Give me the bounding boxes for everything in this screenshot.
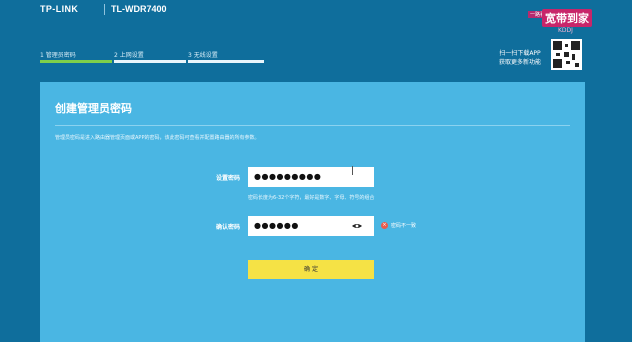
top-bar: TP-LINK TL-WDR7400 一路看 宽带到家 KDDJ 1 管理员密码… — [0, 0, 632, 82]
step-label: 2 上网设置 — [114, 52, 144, 59]
confirm-password-value: ●●●●●● — [254, 221, 299, 230]
password-label: 设置密码 — [215, 175, 240, 182]
step-internet-setup: 2 上网设置 — [114, 50, 186, 63]
title-divider — [55, 125, 570, 126]
watermark-logo: 一路看 宽带到家 KDDJ — [528, 9, 594, 41]
step-wireless-setup: 3 无线设置 — [188, 50, 264, 63]
brand-separator — [104, 4, 105, 15]
confirm-password-label: 确认密码 — [215, 224, 240, 231]
setup-steps: 1 管理员密码 2 上网设置 3 无线设置 — [40, 50, 264, 70]
confirm-button[interactable]: 确 定 — [248, 260, 374, 279]
step-label: 3 无线设置 — [188, 52, 218, 59]
watermark-sub: KDDJ — [558, 27, 573, 34]
qr-line-1: 扫一扫下载APP — [499, 50, 541, 57]
step-admin-password: 1 管理员密码 — [40, 50, 112, 63]
app-download-text: 扫一扫下载APP 获取更多新功能 — [492, 49, 548, 67]
brand-logo: TP-LINK — [40, 4, 79, 14]
model-name: TL-WDR7400 — [111, 4, 167, 14]
mouse-cursor — [352, 166, 353, 175]
step-progress-line — [188, 60, 264, 63]
password-hint: 密码长度为6-32个字符，最好是数字、字母、符号的组合 — [248, 195, 375, 201]
page-description: 管理员密码是进入路由器管理页面或APP的密码，该此密码可查看并配置路由器的所有参… — [55, 135, 260, 141]
qr-line-2: 获取更多新功能 — [498, 59, 541, 66]
main-panel: 创建管理员密码 管理员密码是进入路由器管理页面或APP的密码，该此密码可查看并配… — [40, 82, 585, 342]
error-icon: × — [381, 222, 388, 229]
error-message: 密码不一致 — [391, 223, 417, 229]
step-progress-line — [114, 60, 186, 63]
step-label: 1 管理员密码 — [40, 52, 76, 59]
step-progress-line — [40, 60, 112, 63]
password-field[interactable]: ●●●●●●●●● — [248, 167, 374, 187]
page-title: 创建管理员密码 — [55, 102, 132, 115]
watermark-main: 宽带到家 — [542, 9, 592, 27]
show-password-eye-icon[interactable] — [352, 223, 362, 229]
qr-code-icon[interactable] — [551, 39, 582, 70]
